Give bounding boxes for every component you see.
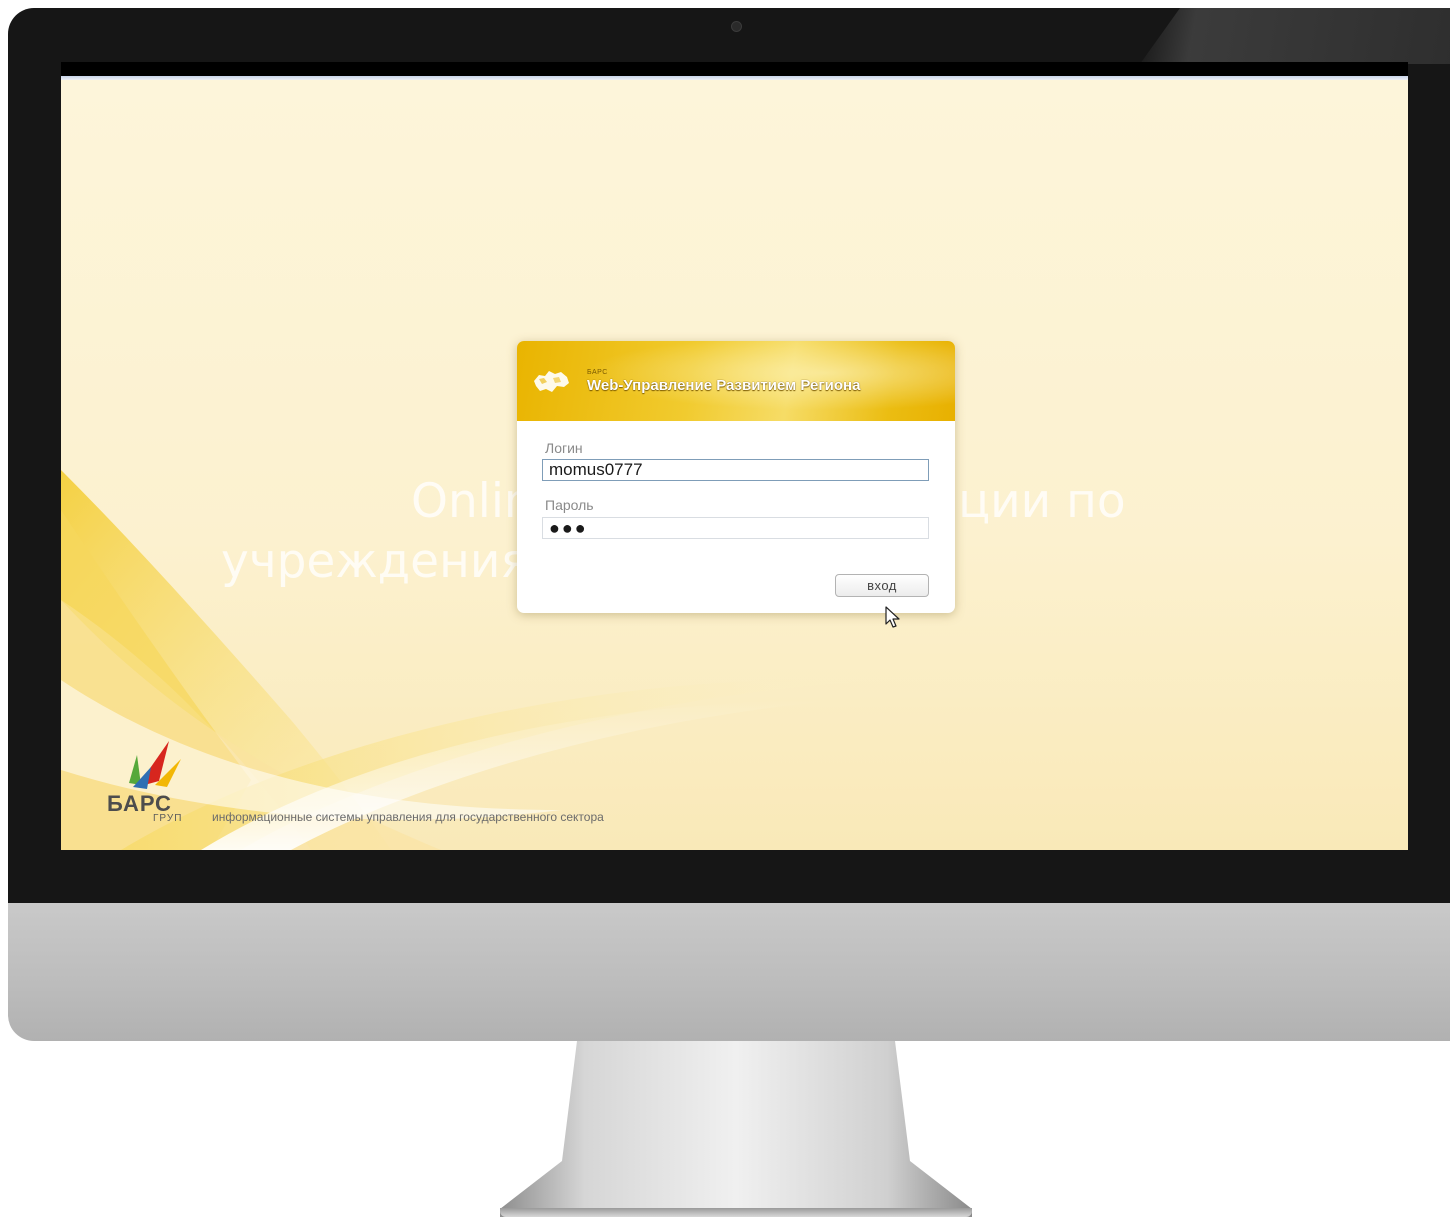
header-brand-small: БАРС: [587, 369, 608, 376]
mouse-pointer-icon: [885, 606, 900, 628]
login-label: Логин: [545, 440, 583, 456]
stage: Online обзор информации по учреждениям Б…: [0, 0, 1450, 1219]
screen: Online обзор информации по учреждениям Б…: [61, 62, 1408, 850]
monitor-stand-base: [500, 1208, 972, 1217]
brand-sub: ГРУП: [153, 813, 183, 824]
password-label: Пароль: [545, 497, 594, 513]
login-dialog: БАРС Web-Управление Развитием Региона Ло…: [517, 341, 955, 613]
login-button[interactable]: вход: [835, 574, 929, 597]
password-input[interactable]: [542, 517, 929, 539]
brand-tagline: информационные системы управления для го…: [212, 810, 604, 824]
login-input[interactable]: [542, 459, 929, 481]
dialog-header: БАРС Web-Управление Развитием Региона: [517, 341, 955, 421]
overlay-text-line2: учреждениям: [221, 534, 565, 589]
monitor-stand: [500, 1041, 972, 1217]
header-title: Web-Управление Развитием Региона: [587, 377, 861, 394]
browser-toolbar: [61, 62, 1408, 76]
camera-icon: [731, 21, 742, 32]
region-map-icon: [534, 371, 569, 392]
monitor-chin: [8, 903, 1450, 1041]
